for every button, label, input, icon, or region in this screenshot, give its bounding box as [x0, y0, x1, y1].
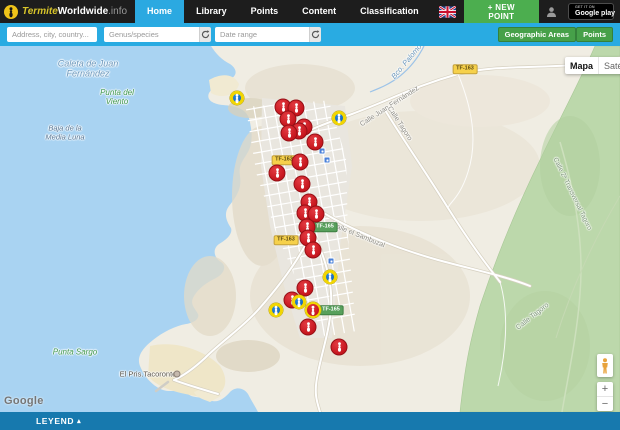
area-point-marker[interactable]	[332, 111, 346, 125]
map-type-control: Mapa Satélite	[565, 57, 620, 74]
poi-dot	[174, 371, 181, 378]
road-shield: TF-165	[313, 222, 338, 232]
map-canvas[interactable]: Caleta de JuanFernández Punta delViento Ba…	[0, 46, 620, 412]
genus-species-input[interactable]	[104, 27, 199, 42]
address-search-input[interactable]	[7, 27, 97, 42]
point-marker[interactable]	[297, 280, 314, 297]
map-label-caleta-de-juan-fernandez: Caleta de JuanFernández	[58, 59, 119, 80]
map-type-satellite[interactable]: Satélite	[598, 57, 620, 74]
nav-item-home[interactable]: Home	[135, 0, 184, 23]
nav-menu: HomeLibraryPointsContentClassification	[135, 0, 431, 23]
pegman-icon	[601, 358, 609, 374]
point-marker[interactable]	[300, 319, 317, 336]
legend-bar: LEYEND ▴	[0, 412, 620, 430]
transit-stop-icon	[328, 258, 335, 265]
termite-logo-icon	[4, 5, 18, 19]
map-overlays: Caleta de JuanFernández Punta delViento Ba…	[0, 46, 620, 412]
nav-item-points[interactable]: Points	[239, 0, 291, 23]
map-label-calle-el-sambuzal: Calle el Sambuzal	[330, 222, 385, 251]
user-icon	[547, 7, 556, 17]
zoom-out-button[interactable]: −	[597, 397, 613, 411]
geographic-areas-button[interactable]: Geographic Areas	[498, 27, 576, 42]
road-shield: TF-165	[319, 305, 344, 315]
google-attribution: Google	[4, 395, 44, 407]
map-label-punta-sargo: Punta Sargo	[53, 347, 97, 356]
point-marker[interactable]	[305, 242, 322, 259]
date-refresh-button[interactable]	[309, 27, 321, 42]
point-marker[interactable]	[269, 165, 286, 182]
area-point-marker[interactable]	[292, 295, 306, 309]
brand-logo[interactable]: TermiteWorldwide.info	[0, 0, 135, 23]
genus-refresh-button[interactable]	[199, 27, 211, 42]
caret-up-icon: ▴	[77, 417, 81, 425]
area-point-marker[interactable]	[269, 303, 283, 317]
street-view-pegman[interactable]	[597, 354, 613, 377]
point-marker[interactable]	[292, 154, 309, 171]
map-label-calle-2-transversal-tagoro: Calle 2ª Transversal Tagoro	[551, 157, 593, 232]
area-point-marker[interactable]	[323, 270, 337, 284]
map-label-bco-palomo: Bco. Palomo	[390, 46, 424, 81]
area-point-marker[interactable]	[230, 91, 244, 105]
brand-text: TermiteWorldwide.info	[22, 6, 127, 17]
top-navbar: TermiteWorldwide.info HomeLibraryPointsC…	[0, 0, 620, 23]
point-marker[interactable]	[294, 176, 311, 193]
date-range-input[interactable]	[215, 27, 309, 42]
app-window: TermiteWorldwide.info HomeLibraryPointsC…	[0, 0, 620, 430]
nav-item-content[interactable]: Content	[290, 0, 348, 23]
map-label-el-pris-tacoronte: El Pris.Tacoronte	[120, 371, 177, 380]
zoom-in-button[interactable]: +	[597, 382, 613, 397]
filter-toolbar: Geographic Areas Points	[0, 23, 620, 46]
new-point-button[interactable]: + NEW POINT	[464, 0, 539, 23]
points-button[interactable]: Points	[576, 27, 613, 42]
nav-right: + NEW POINT GET IT ON Google play	[431, 0, 620, 23]
map-label-punta-del-viento: Punta delViento	[100, 88, 134, 106]
point-marker[interactable]	[307, 134, 324, 151]
map-label-calle-tagoro-north: Calle Tagoro	[385, 105, 413, 142]
transit-stop-icon	[324, 157, 331, 164]
point-marker[interactable]	[331, 339, 348, 356]
map-type-map[interactable]: Mapa	[565, 57, 598, 74]
map-label-calle-tagoro-south: Calle Tagoro	[515, 302, 551, 332]
refresh-icon	[201, 30, 210, 39]
zoom-control: + −	[597, 382, 613, 411]
google-play-text: GET IT ON Google play	[575, 6, 615, 17]
google-play-badge[interactable]: GET IT ON Google play	[568, 3, 614, 20]
road-shield: TF-163	[453, 64, 478, 74]
refresh-icon	[311, 30, 320, 39]
selected-point-marker[interactable]	[305, 302, 321, 318]
legend-toggle[interactable]: LEYEND ▴	[36, 416, 81, 426]
nav-item-classification[interactable]: Classification	[348, 0, 431, 23]
road-shield: TF-163	[274, 235, 299, 245]
point-marker[interactable]	[281, 125, 298, 142]
legend-label: LEYEND	[36, 416, 74, 426]
map-label-baja-de-la-media-luna: Baja de laMedia Luna	[45, 124, 84, 141]
map-label-calle-juan-fernandez: Calle Juan Fernández	[359, 85, 421, 129]
user-account-button[interactable]	[539, 0, 564, 23]
nav-item-library[interactable]: Library	[184, 0, 239, 23]
language-flag-icon[interactable]	[439, 6, 456, 18]
